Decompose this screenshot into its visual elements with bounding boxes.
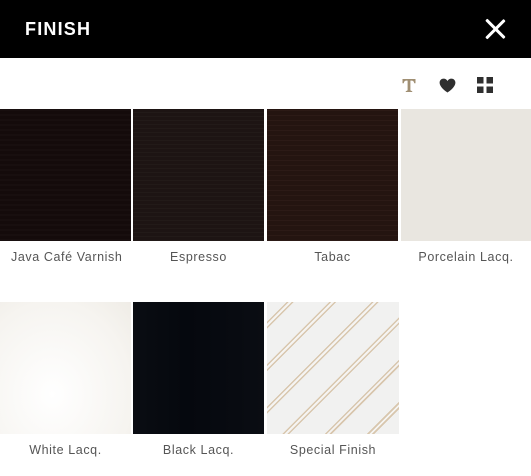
close-icon[interactable]: [483, 17, 507, 41]
view-toolbar: [400, 72, 494, 98]
finish-swatch[interactable]: [0, 302, 131, 434]
grid-icon[interactable]: [476, 76, 494, 94]
finish-swatch[interactable]: [401, 109, 531, 241]
finish-label: White Lacq.: [29, 443, 102, 457]
finish-swatch[interactable]: [267, 109, 398, 241]
finish-item-white-lacq[interactable]: White Lacq.: [0, 302, 131, 458]
heart-icon[interactable]: [438, 76, 456, 94]
finish-item-tabac[interactable]: Tabac: [267, 109, 398, 265]
finish-swatch[interactable]: [133, 302, 264, 434]
finish-label: Tabac: [314, 250, 351, 264]
finish-swatch[interactable]: [267, 302, 399, 434]
finish-label: Porcelain Lacq.: [418, 250, 514, 264]
text-icon[interactable]: [400, 76, 418, 94]
finish-header: FINISH: [0, 0, 531, 58]
finish-label: Special Finish: [289, 443, 377, 457]
finish-label: Java Café Varnish: [11, 250, 123, 264]
finish-label: Espresso: [170, 250, 227, 264]
finish-label: Black Lacq.: [162, 443, 235, 457]
finish-swatch[interactable]: [133, 109, 264, 241]
finish-item-espresso[interactable]: Espresso: [133, 109, 264, 265]
finish-item-java-cafe-varnish[interactable]: Java Café Varnish: [0, 109, 131, 265]
page-title: FINISH: [25, 18, 92, 39]
finish-item-black-lacq[interactable]: Black Lacq.: [133, 302, 264, 458]
finish-item-special-finish[interactable]: Special Finish: [267, 302, 399, 458]
finish-swatch[interactable]: [0, 109, 131, 241]
finish-item-porcelain-lacq[interactable]: Porcelain Lacq.: [401, 109, 531, 265]
